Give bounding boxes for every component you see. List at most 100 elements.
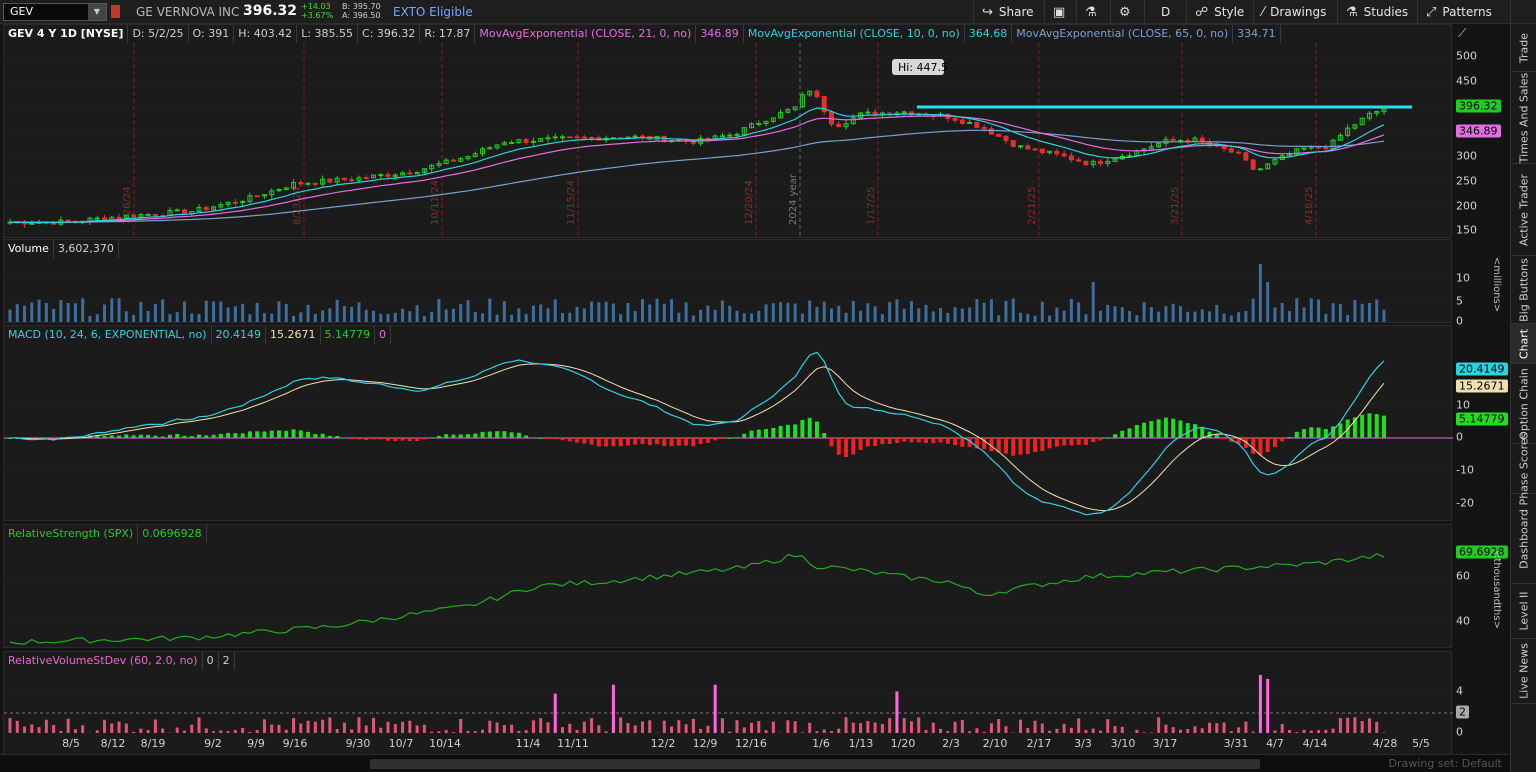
relative-volume-bar (1215, 723, 1219, 733)
volume-bar (1200, 309, 1204, 322)
symbol-dropdown-icon[interactable]: ▼ (88, 4, 106, 20)
macd-zero-value: 0 (375, 326, 392, 344)
relative-volume-bar (1178, 729, 1182, 733)
candle-body (1039, 148, 1045, 154)
relative-volume-bar (212, 731, 216, 733)
macd-label[interactable]: MACD (10, 24, 6, EXPONENTIAL, no) (4, 326, 212, 344)
relative-volume-bar (561, 727, 565, 733)
side-tab-big-buttons[interactable]: Big Buttons (1511, 256, 1536, 324)
rs-header: RelativeStrength (SPX) 0.0696928 (4, 525, 207, 543)
volume-bar (1215, 304, 1219, 322)
macd-histogram-bar (960, 438, 965, 447)
studies-button[interactable]: ⚗ Studies (1337, 0, 1417, 24)
scrollbar-thumb[interactable] (370, 759, 1260, 769)
side-tab-active-trader[interactable]: Active Trader (1511, 164, 1536, 256)
volume-bar (1178, 306, 1182, 322)
ema10-label[interactable]: MovAvgExponential (CLOSE, 10, 0, no) (744, 25, 965, 43)
chart-scrollbar[interactable]: Drawing set: Default (0, 754, 1510, 772)
side-tab-times-and-sales[interactable]: Times And Sales (1511, 72, 1536, 164)
chart-area[interactable]: 7/26/24 8/23/24 10/11/24 11/15/24 12/20/24 20… (0, 24, 1510, 758)
volume-bar (350, 306, 354, 322)
relative-volume-bar (59, 730, 63, 733)
volume-bar (757, 310, 761, 322)
candle-body (349, 179, 355, 182)
volume-bar (1135, 315, 1139, 322)
volume-bar (633, 311, 637, 322)
volume-bar (706, 305, 710, 322)
relative-volume-bar (444, 730, 448, 733)
time-axis-label: 2/3 (942, 737, 960, 750)
macd-histogram-bar (495, 431, 500, 438)
volume-bar (299, 312, 303, 322)
time-axis-label: 8/12 (100, 737, 126, 750)
side-tab-trade[interactable]: Trade (1511, 24, 1536, 72)
macd-histogram-bar (756, 429, 761, 438)
volume-bar (720, 300, 724, 322)
volume-unit: <millions> (1491, 256, 1503, 313)
snapshot-button[interactable]: ▣ (1044, 0, 1076, 24)
side-tab-live-news[interactable]: Live News (1511, 639, 1536, 704)
volume-bar (110, 298, 114, 322)
volume-bar (590, 301, 594, 322)
symbol-input[interactable]: GEV ▼ (3, 3, 107, 21)
candle-body (203, 207, 209, 211)
exto-badge[interactable]: EXTO Eligible (393, 5, 473, 19)
time-axis-label: 3/10 (1110, 737, 1136, 750)
side-tab-phase-scores[interactable]: Phase Scores (1511, 432, 1536, 505)
macd-histogram-bar (793, 424, 798, 438)
volume-bar (1360, 303, 1364, 322)
candle-body (1054, 150, 1060, 155)
time-axis[interactable]: 8/5 8/12 8/19 9/2 9/9 9/16 9/30 10/7 10/14 11/4 11… (3, 735, 1452, 753)
relative-volume-bar (829, 731, 833, 733)
relative-volume-bar (590, 718, 594, 733)
volume-bar (379, 313, 383, 322)
period-marker-label: 11/15/24 (566, 180, 577, 225)
side-tab-dashboard[interactable]: Dashboard (1511, 494, 1536, 584)
relative-volume-bar (539, 718, 543, 733)
drawings-button[interactable]: ⁄ Drawings (1253, 0, 1337, 24)
drawing-set-label[interactable]: Drawing set: Default (1389, 757, 1502, 770)
macd-histogram-bar (1127, 428, 1132, 438)
side-tab-level-ii[interactable]: Level II (1511, 584, 1536, 639)
candle-body (1003, 135, 1009, 142)
volume-bar (473, 312, 477, 322)
volume-bar (975, 299, 979, 322)
price-tick: 500 (1456, 49, 1477, 63)
fit-icon[interactable]: ⟋ (1458, 26, 1466, 41)
macd-histogram-bar (1091, 438, 1096, 443)
window-menu-button[interactable] (1510, 0, 1536, 24)
alert-flag-icon[interactable] (111, 5, 120, 18)
macd-histogram-bar (924, 438, 928, 443)
macd-histogram-bar (429, 437, 434, 439)
rs-axis[interactable]: 60 40 69.6928 <thousandths> (1453, 524, 1510, 648)
macd-panel[interactable]: MACD (10, 24, 6, EXPONENTIAL, no) 20.414… (3, 325, 1453, 521)
flask-button[interactable]: ⚗ (1076, 0, 1110, 24)
ema21-label[interactable]: MovAvgExponential (CLOSE, 21, 0, no) (475, 25, 697, 43)
rvs-axis[interactable]: 4 0 2 (1453, 651, 1510, 758)
volume-bar (1229, 315, 1233, 322)
settings-button[interactable]: ⚙ (1110, 0, 1144, 24)
rvs-label[interactable]: RelativeVolumeStDev (60, 2.0, no) (4, 652, 203, 670)
macd-histogram-bar (1382, 415, 1386, 438)
volume-bar (546, 308, 550, 322)
macd-axis[interactable]: 10 0 -10 -20 20.4149 15.2671 5.14779 (1453, 325, 1510, 521)
ema65-label[interactable]: MovAvgExponential (CLOSE, 65, 0, no) (1012, 25, 1234, 43)
period-button[interactable]: D (1144, 0, 1186, 24)
volume-bar (95, 314, 99, 322)
rs-label[interactable]: RelativeStrength (SPX) (4, 525, 139, 543)
volume-panel[interactable]: Volume 3,602,370 (3, 239, 1453, 324)
share-button[interactable]: ↪ Share (973, 0, 1044, 24)
patterns-button[interactable]: ⤢ Patterns (1417, 0, 1510, 24)
side-tab-chart[interactable]: Chart (1511, 324, 1536, 364)
volume-bar (750, 313, 754, 322)
price-panel[interactable]: 7/26/24 8/23/24 10/11/24 11/15/24 12/20/24 20… (3, 24, 1453, 239)
volume-label[interactable]: Volume (4, 240, 54, 258)
bid-value: B: 395.70 (342, 2, 381, 11)
style-button[interactable]: ☍ Style (1186, 0, 1253, 24)
price-axis[interactable]: ⟋ 500 450 300 250 200 150 396.32 346.89 (1453, 24, 1510, 238)
volume-axis[interactable]: 10 5 0 <millions> (1453, 239, 1510, 328)
hi-label-text: Hi: 447.5 (898, 61, 948, 74)
relative-strength-panel[interactable]: RelativeStrength (SPX) 0.0696928 (3, 524, 1453, 648)
volume-bar (233, 306, 237, 322)
macd-histogram-bar (538, 437, 543, 439)
